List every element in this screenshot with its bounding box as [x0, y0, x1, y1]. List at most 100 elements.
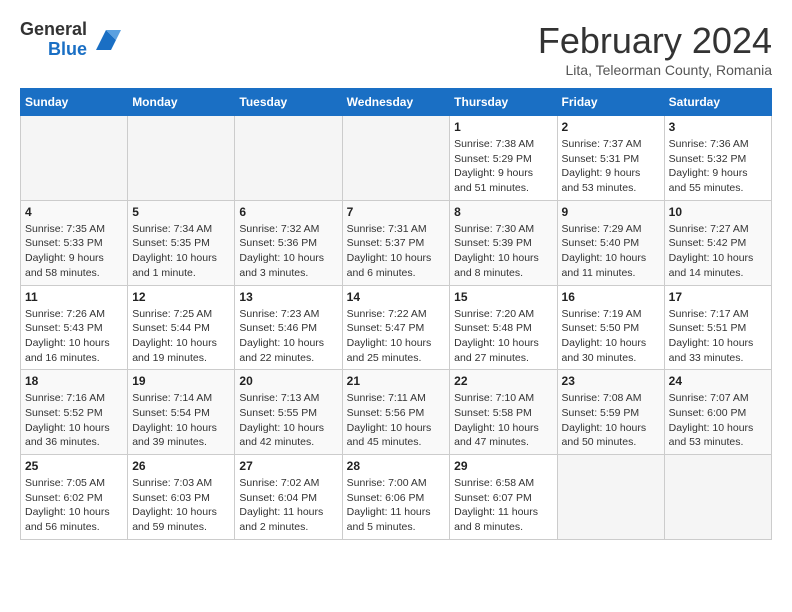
calendar-day-cell: 3Sunrise: 7:36 AM Sunset: 5:32 PM Daylig… — [664, 116, 771, 201]
calendar-day-cell: 12 Sunrise: 7:25 AM Sunset: 5:44 PM Dayli… — [128, 285, 235, 370]
location-subtitle: Lita, Teleorman County, Romania — [538, 62, 772, 78]
day-number: 14 — [347, 290, 446, 304]
day-number: 12 — [132, 290, 230, 304]
calendar-table: SundayMondayTuesdayWednesdayThursdayFrid… — [20, 88, 772, 540]
day-info: Sunrise: 7:20 AM Sunset: 5:48 PM Dayligh… — [454, 307, 552, 366]
calendar-day-cell: 28 Sunrise: 7:00 AM Sunset: 6:06 PM Dayli… — [342, 455, 450, 540]
day-number: 11 — [25, 290, 123, 304]
calendar-day-cell: 2 Sunrise: 7:37 AM Sunset: 5:31 PM Daylig… — [557, 116, 664, 201]
day-number: 13 — [239, 290, 337, 304]
day-info: Sunrise: 7:14 AM Sunset: 5:54 PM Dayligh… — [132, 391, 230, 450]
calendar-day-cell: 26 Sunrise: 7:03 AM Sunset: 6:03 PM Dayli… — [128, 455, 235, 540]
calendar-week-row: 4Sunrise: 7:35 AM Sunset: 5:33 PM Daylig… — [21, 200, 772, 285]
day-info: Sunrise: 7:02 AM Sunset: 6:04 PM Dayligh… — [239, 476, 337, 535]
calendar-day-cell: 22 Sunrise: 7:10 AM Sunset: 5:58 PM Dayli… — [450, 370, 557, 455]
calendar-day-cell: 1 Sunrise: 7:38 AM Sunset: 5:29 PM Daylig… — [450, 116, 557, 201]
day-info: Sunrise: 7:29 AM Sunset: 5:40 PM Dayligh… — [562, 222, 660, 281]
day-number: 17 — [669, 290, 767, 304]
calendar-day-cell: 20 Sunrise: 7:13 AM Sunset: 5:55 PM Dayli… — [235, 370, 342, 455]
day-info: Sunrise: 7:30 AM Sunset: 5:39 PM Dayligh… — [454, 222, 552, 281]
calendar-day-cell: 6Sunrise: 7:32 AM Sunset: 5:36 PM Daylig… — [235, 200, 342, 285]
weekday-header-row: SundayMondayTuesdayWednesdayThursdayFrid… — [21, 89, 772, 116]
calendar-day-cell: 13 Sunrise: 7:23 AM Sunset: 5:46 PM Dayli… — [235, 285, 342, 370]
day-info: Sunrise: 7:35 AM Sunset: 5:33 PM Dayligh… — [25, 222, 123, 281]
day-info: Sunrise: 7:25 AM Sunset: 5:44 PM Dayligh… — [132, 307, 230, 366]
day-number: 28 — [347, 459, 446, 473]
day-info: Sunrise: 7:08 AM Sunset: 5:59 PM Dayligh… — [562, 391, 660, 450]
day-number: 7 — [347, 205, 446, 219]
day-info: Sunrise: 7:38 AM Sunset: 5:29 PM Dayligh… — [454, 137, 552, 196]
day-number: 20 — [239, 374, 337, 388]
calendar-day-cell: 4Sunrise: 7:35 AM Sunset: 5:33 PM Daylig… — [21, 200, 128, 285]
calendar-week-row: 25Sunrise: 7:05 AM Sunset: 6:02 PM Dayli… — [21, 455, 772, 540]
day-number: 16 — [562, 290, 660, 304]
day-number: 15 — [454, 290, 552, 304]
day-info: Sunrise: 7:37 AM Sunset: 5:31 PM Dayligh… — [562, 137, 660, 196]
calendar-day-cell — [342, 116, 450, 201]
day-info: Sunrise: 6:58 AM Sunset: 6:07 PM Dayligh… — [454, 476, 552, 535]
weekday-header-cell: Tuesday — [235, 89, 342, 116]
weekday-header-cell: Saturday — [664, 89, 771, 116]
calendar-body: 1 Sunrise: 7:38 AM Sunset: 5:29 PM Daylig… — [21, 116, 772, 540]
weekday-header-cell: Thursday — [450, 89, 557, 116]
day-number: 21 — [347, 374, 446, 388]
day-number: 26 — [132, 459, 230, 473]
calendar-day-cell: 5 Sunrise: 7:34 AM Sunset: 5:35 PM Daylig… — [128, 200, 235, 285]
day-number: 23 — [562, 374, 660, 388]
day-number: 22 — [454, 374, 552, 388]
day-number: 1 — [454, 120, 552, 134]
day-info: Sunrise: 7:03 AM Sunset: 6:03 PM Dayligh… — [132, 476, 230, 535]
calendar-day-cell: 11 Sunrise: 7:26 AM Sunset: 5:43 PM Dayli… — [21, 285, 128, 370]
page-header: General Blue February 2024 Lita, Teleorm… — [20, 20, 772, 78]
calendar-day-cell: 29 Sunrise: 6:58 AM Sunset: 6:07 PM Dayli… — [450, 455, 557, 540]
calendar-day-cell: 25Sunrise: 7:05 AM Sunset: 6:02 PM Dayli… — [21, 455, 128, 540]
day-info: Sunrise: 7:17 AM Sunset: 5:51 PM Dayligh… — [669, 307, 767, 366]
calendar-day-cell: 15 Sunrise: 7:20 AM Sunset: 5:48 PM Dayli… — [450, 285, 557, 370]
weekday-header-cell: Wednesday — [342, 89, 450, 116]
weekday-header-cell: Sunday — [21, 89, 128, 116]
logo: General Blue — [20, 20, 121, 60]
logo-text-general: General — [20, 20, 87, 40]
logo-icon — [91, 25, 121, 55]
day-info: Sunrise: 7:13 AM Sunset: 5:55 PM Dayligh… — [239, 391, 337, 450]
calendar-day-cell: 17 Sunrise: 7:17 AM Sunset: 5:51 PM Dayli… — [664, 285, 771, 370]
weekday-header-cell: Monday — [128, 89, 235, 116]
day-number: 8 — [454, 205, 552, 219]
day-number: 24 — [669, 374, 767, 388]
day-info: Sunrise: 7:31 AM Sunset: 5:37 PM Dayligh… — [347, 222, 446, 281]
day-info: Sunrise: 7:26 AM Sunset: 5:43 PM Dayligh… — [25, 307, 123, 366]
calendar-day-cell: 9 Sunrise: 7:29 AM Sunset: 5:40 PM Daylig… — [557, 200, 664, 285]
day-info: Sunrise: 7:23 AM Sunset: 5:46 PM Dayligh… — [239, 307, 337, 366]
day-number: 10 — [669, 205, 767, 219]
calendar-day-cell: 21Sunrise: 7:11 AM Sunset: 5:56 PM Dayli… — [342, 370, 450, 455]
calendar-day-cell — [21, 116, 128, 201]
day-number: 19 — [132, 374, 230, 388]
day-number: 27 — [239, 459, 337, 473]
calendar-day-cell: 27 Sunrise: 7:02 AM Sunset: 6:04 PM Dayli… — [235, 455, 342, 540]
day-info: Sunrise: 7:16 AM Sunset: 5:52 PM Dayligh… — [25, 391, 123, 450]
calendar-week-row: 18Sunrise: 7:16 AM Sunset: 5:52 PM Dayli… — [21, 370, 772, 455]
calendar-day-cell: 10Sunrise: 7:27 AM Sunset: 5:42 PM Dayli… — [664, 200, 771, 285]
day-info: Sunrise: 7:36 AM Sunset: 5:32 PM Dayligh… — [669, 137, 767, 196]
day-info: Sunrise: 7:07 AM Sunset: 6:00 PM Dayligh… — [669, 391, 767, 450]
day-info: Sunrise: 7:32 AM Sunset: 5:36 PM Dayligh… — [239, 222, 337, 281]
day-info: Sunrise: 7:10 AM Sunset: 5:58 PM Dayligh… — [454, 391, 552, 450]
day-info: Sunrise: 7:34 AM Sunset: 5:35 PM Dayligh… — [132, 222, 230, 281]
calendar-day-cell — [557, 455, 664, 540]
weekday-header-cell: Friday — [557, 89, 664, 116]
day-info: Sunrise: 7:00 AM Sunset: 6:06 PM Dayligh… — [347, 476, 446, 535]
calendar-day-cell — [664, 455, 771, 540]
day-number: 5 — [132, 205, 230, 219]
title-area: February 2024 Lita, Teleorman County, Ro… — [538, 20, 772, 78]
calendar-week-row: 11 Sunrise: 7:26 AM Sunset: 5:43 PM Dayli… — [21, 285, 772, 370]
calendar-day-cell: 8 Sunrise: 7:30 AM Sunset: 5:39 PM Daylig… — [450, 200, 557, 285]
month-title: February 2024 — [538, 20, 772, 62]
calendar-day-cell: 16 Sunrise: 7:19 AM Sunset: 5:50 PM Dayli… — [557, 285, 664, 370]
logo-text-blue: Blue — [48, 40, 87, 60]
day-info: Sunrise: 7:19 AM Sunset: 5:50 PM Dayligh… — [562, 307, 660, 366]
day-number: 2 — [562, 120, 660, 134]
calendar-day-cell — [128, 116, 235, 201]
day-info: Sunrise: 7:22 AM Sunset: 5:47 PM Dayligh… — [347, 307, 446, 366]
day-number: 9 — [562, 205, 660, 219]
day-number: 29 — [454, 459, 552, 473]
